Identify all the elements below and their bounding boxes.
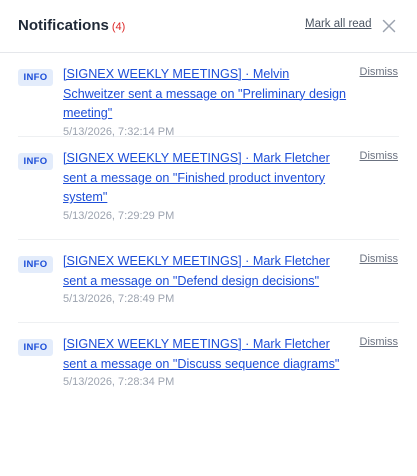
close-icon[interactable] [382, 19, 396, 33]
notification-link[interactable]: [SIGNEX WEEKLY MEETINGS] · Mark Fletcher… [63, 149, 353, 208]
notification-timestamp: 5/13/2026, 7:28:49 PM [63, 293, 175, 305]
notification-timestamp: 5/13/2026, 7:29:29 PM [63, 209, 175, 222]
info-badge: INFO [18, 69, 53, 86]
info-badge: INFO [18, 153, 53, 170]
notification-count: (4) [111, 21, 126, 33]
dismiss-button[interactable]: Dismiss [360, 66, 399, 78]
info-badge: INFO [18, 256, 53, 273]
notification-content: [SIGNEX WEEKLY MEETINGS] · Melvin Schwei… [63, 65, 353, 138]
dismiss-button[interactable]: Dismiss [360, 150, 399, 162]
notification-item: INFO [SIGNEX WEEKLY MEETINGS] · Mark Fle… [18, 240, 399, 323]
notification-content: [SIGNEX WEEKLY MEETINGS] · Mark Fletcher… [63, 335, 353, 388]
notification-link[interactable]: [SIGNEX WEEKLY MEETINGS] · Mark Fletcher… [63, 252, 353, 291]
dismiss-button[interactable]: Dismiss [360, 336, 399, 348]
notifications-panel: Notifications (4) Mark all read INFO [SIG… [0, 0, 417, 476]
panel-title-text: Notifications [18, 17, 109, 34]
notification-item: INFO [SIGNEX WEEKLY MEETINGS] · Melvin S… [18, 53, 399, 138]
notification-content: [SIGNEX WEEKLY MEETINGS] · Mark Fletcher… [63, 149, 353, 222]
notification-timestamp: 5/13/2026, 7:28:34 PM [63, 376, 175, 388]
notification-timestamp: 5/13/2026, 7:32:14 PM [63, 125, 175, 138]
notification-list: INFO [SIGNEX WEEKLY MEETINGS] · Melvin S… [0, 53, 417, 407]
panel-title: Notifications (4) [18, 17, 125, 34]
notification-item: INFO [SIGNEX WEEKLY MEETINGS] · Mark Fle… [18, 323, 399, 407]
info-badge: INFO [18, 339, 53, 356]
panel-header: Notifications (4) Mark all read [0, 0, 417, 53]
mark-all-read-button[interactable]: Mark all read [305, 18, 371, 30]
notification-content: [SIGNEX WEEKLY MEETINGS] · Mark Fletcher… [63, 252, 353, 305]
notification-link[interactable]: [SIGNEX WEEKLY MEETINGS] · Melvin Schwei… [63, 65, 353, 124]
dismiss-button[interactable]: Dismiss [360, 253, 399, 265]
notification-link[interactable]: [SIGNEX WEEKLY MEETINGS] · Mark Fletcher… [63, 335, 353, 374]
notification-item: INFO [SIGNEX WEEKLY MEETINGS] · Mark Fle… [18, 137, 399, 240]
